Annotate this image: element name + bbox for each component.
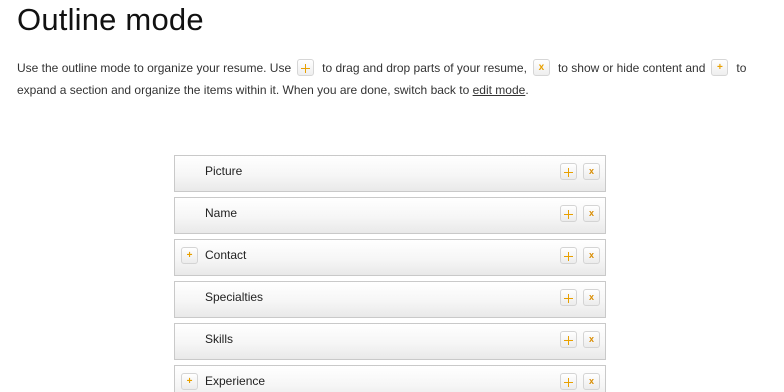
outline-item-label: Contact	[205, 248, 247, 262]
plus-icon: +	[711, 59, 729, 77]
intro-text-part: Use the outline mode to organize your re…	[17, 61, 292, 75]
outline-mode-page: Outline mode Use the outline mode to org…	[0, 0, 784, 392]
outline-item-label: Picture	[205, 164, 243, 178]
outline-list: Picture x Name x + Contact x Specialties x Skills…	[174, 155, 606, 392]
outline-item-label: Skills	[205, 332, 234, 346]
x-icon: x	[532, 59, 550, 77]
outline-item[interactable]: Specialties x	[174, 281, 606, 318]
move-arrows-icon[interactable]	[560, 247, 577, 264]
intro-text-part: expand a section and organize the items …	[17, 83, 470, 97]
outline-item[interactable]: Name x	[174, 197, 606, 234]
outline-item-label: Experience	[205, 374, 266, 388]
expand-plus-icon[interactable]: +	[181, 373, 198, 390]
hide-x-icon[interactable]: x	[583, 163, 600, 180]
outline-item[interactable]: + Experience x	[174, 365, 606, 392]
hide-x-icon[interactable]: x	[583, 247, 600, 264]
page-title: Outline mode	[17, 2, 204, 37]
intro-text-part: .	[525, 83, 529, 97]
hide-x-icon[interactable]: x	[583, 289, 600, 306]
move-arrows-icon[interactable]	[560, 373, 577, 390]
intro-text-part: to	[736, 61, 747, 75]
move-arrows-icon[interactable]	[560, 331, 577, 348]
expand-plus-icon[interactable]: +	[181, 247, 198, 264]
outline-item-label: Name	[205, 206, 238, 220]
move-arrows-icon[interactable]	[560, 163, 577, 180]
outline-item[interactable]: + Contact x	[174, 239, 606, 276]
hide-x-icon[interactable]: x	[583, 331, 600, 348]
move-arrows-icon	[297, 59, 315, 77]
outline-item-label: Specialties	[205, 290, 264, 304]
outline-item[interactable]: Skills x	[174, 323, 606, 360]
move-arrows-icon[interactable]	[560, 289, 577, 306]
intro-text: Use the outline mode to organize your re…	[17, 57, 783, 101]
hide-x-icon[interactable]: x	[583, 205, 600, 222]
hide-x-icon[interactable]: x	[583, 373, 600, 390]
intro-text-part: to show or hide content and	[557, 61, 706, 75]
move-arrows-icon[interactable]	[560, 205, 577, 222]
edit-mode-link[interactable]: edit mode	[473, 83, 526, 97]
intro-text-part: to drag and drop parts of your resume,	[322, 61, 527, 75]
outline-item[interactable]: Picture x	[174, 155, 606, 192]
